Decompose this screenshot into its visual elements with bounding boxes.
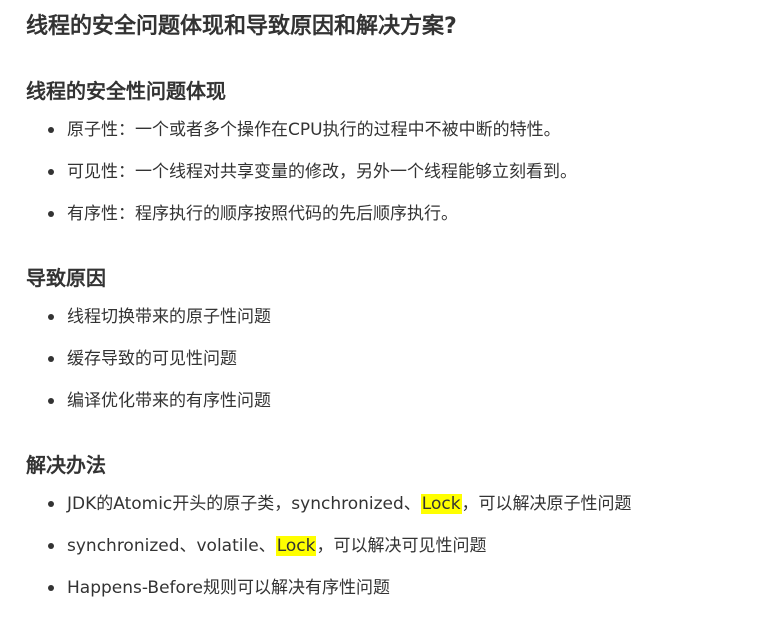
section-heading: 解决办法 <box>26 453 106 477</box>
list-item: 可见性：一个线程对共享变量的修改，另外一个线程能够立刻看到。 <box>26 158 746 200</box>
list-item-text: 可见性：一个线程对共享变量的修改，另外一个线程能够立刻看到。 <box>67 162 577 182</box>
section-thread-safety-issues: 线程的安全性问题体现 原子性：一个或者多个操作在CPU执行的过程中不被中断的特性… <box>26 77 746 242</box>
list-item-text-before: JDK的Atomic开头的原子类，synchronized、 <box>67 494 421 514</box>
list-item-text: 缓存导致的可见性问题 <box>67 349 237 369</box>
bullet-dot-icon <box>48 169 54 175</box>
bullet-list: 原子性：一个或者多个操作在CPU执行的过程中不被中断的特性。 可见性：一个线程对… <box>26 116 746 242</box>
list-item: 线程切换带来的原子性问题 <box>26 303 746 345</box>
list-item-text-before: synchronized、volatile、 <box>67 536 276 556</box>
list-item: Happens-Before规则可以解决有序性问题 <box>26 574 746 616</box>
page-title: 线程的安全问题体现和导致原因和解决方案? <box>26 14 457 39</box>
list-item: 编译优化带来的有序性问题 <box>26 387 746 429</box>
list-item-text: 线程切换带来的原子性问题 <box>67 307 271 327</box>
list-item: JDK的Atomic开头的原子类，synchronized、Lock，可以解决原… <box>26 490 746 532</box>
bullet-dot-icon <box>48 211 54 217</box>
list-item-text: 编译优化带来的有序性问题 <box>67 391 271 411</box>
section-heading: 线程的安全性问题体现 <box>26 79 226 103</box>
bullet-dot-icon <box>48 398 54 404</box>
bullet-list: JDK的Atomic开头的原子类，synchronized、Lock，可以解决原… <box>26 490 746 616</box>
bullet-dot-icon <box>48 356 54 362</box>
list-item-text-after: ，可以解决原子性问题 <box>461 494 632 514</box>
list-item: 缓存导致的可见性问题 <box>26 345 746 387</box>
list-item: synchronized、volatile、Lock，可以解决可见性问题 <box>26 532 746 574</box>
list-item-text-after: ，可以解决可见性问题 <box>316 536 487 556</box>
section-solutions: 解决办法 JDK的Atomic开头的原子类，synchronized、Lock，… <box>26 451 746 616</box>
list-item: 有序性：程序执行的顺序按照代码的先后顺序执行。 <box>26 200 746 242</box>
list-item-text: Happens-Before规则可以解决有序性问题 <box>67 578 390 598</box>
section-heading: 导致原因 <box>26 266 106 290</box>
list-item-text: 原子性：一个或者多个操作在CPU执行的过程中不被中断的特性。 <box>67 120 561 140</box>
list-item-text: 有序性：程序执行的顺序按照代码的先后顺序执行。 <box>67 204 458 224</box>
bullet-dot-icon <box>48 314 54 320</box>
list-item: 原子性：一个或者多个操作在CPU执行的过程中不被中断的特性。 <box>26 116 746 158</box>
section-causes: 导致原因 线程切换带来的原子性问题 缓存导致的可见性问题 编译优化带来的有序性问… <box>26 264 746 429</box>
highlighted-text: Lock <box>420 494 462 514</box>
bullet-list: 线程切换带来的原子性问题 缓存导致的可见性问题 编译优化带来的有序性问题 <box>26 303 746 429</box>
bullet-dot-icon <box>48 585 54 591</box>
bullet-dot-icon <box>48 543 54 549</box>
highlighted-text: Lock <box>275 536 317 556</box>
bullet-dot-icon <box>48 501 54 507</box>
bullet-dot-icon <box>48 127 54 133</box>
